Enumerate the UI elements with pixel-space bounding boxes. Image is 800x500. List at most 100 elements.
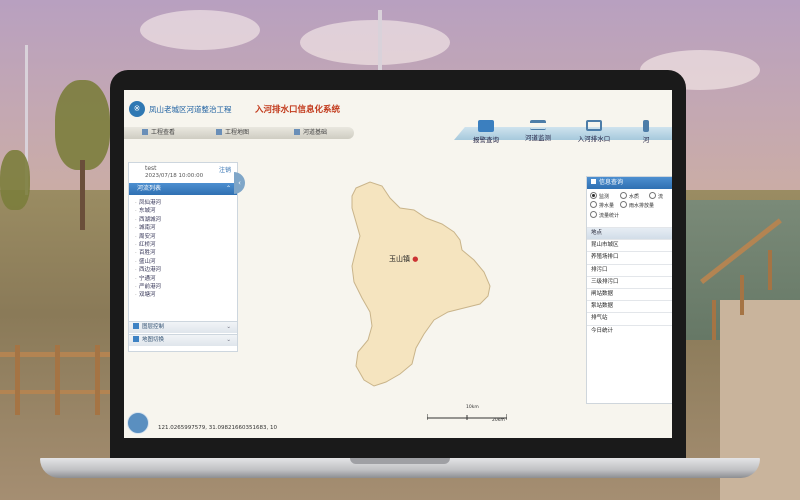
river-list-item[interactable]: · 东城河 [135, 207, 233, 215]
username: test [145, 165, 157, 172]
river-list-item[interactable]: · 百胜河 [135, 249, 233, 257]
info-table-row[interactable]: 今日统计 [587, 324, 672, 337]
fence-post [712, 300, 716, 340]
river-name: 红桥河 [139, 241, 156, 248]
left-panel: test 2023/07/18 10:00:00 注销 河流列表 ⌃ · 凤仙港河… [128, 162, 238, 352]
river-name: 周安河 [139, 233, 156, 240]
nav-label: 河 [642, 136, 650, 144]
info-table-row[interactable]: 三级排污口 [587, 275, 672, 288]
river-name: 双塘河 [139, 292, 156, 299]
filter-radio[interactable]: 流量统计 [590, 211, 619, 219]
nav-river[interactable]: 河 [626, 120, 666, 144]
filter-radio[interactable]: 水质 [620, 192, 639, 200]
map-switch-icon [133, 336, 139, 342]
laptop-screen: ※ 凤山老城区河道整治工程 入河排水口信息化系统 工程查看 工程地图 河道基础 … [124, 90, 672, 438]
radio-circle-icon [590, 201, 597, 208]
project-title: 凤山老城区河道整治工程 [149, 105, 232, 114]
radio-label: 排水量 [599, 203, 615, 209]
radio-label: 监测 [599, 194, 610, 200]
river-name: 凤仙港河 [139, 200, 162, 206]
fence-post [55, 345, 60, 415]
river-list-item[interactable]: · 周安河 [135, 233, 233, 241]
river-name: 西湖城河 [139, 216, 162, 223]
toolbar-label: 工程地图 [225, 129, 250, 136]
river-list-item[interactable]: · 城南河 [135, 224, 233, 232]
chevron-down-icon: ⌄ [226, 337, 231, 343]
radio-circle-icon [620, 192, 627, 199]
nav-outlet[interactable]: 入河排水口 [562, 120, 626, 143]
cloud [300, 20, 450, 65]
filter-radio[interactable]: 雨水排放量 [620, 201, 654, 209]
logout-link[interactable]: 注销 [219, 165, 231, 174]
filter-radio[interactable]: 流 [649, 192, 663, 200]
tree-trunk [80, 160, 85, 230]
nav-label: 河道监测 [525, 134, 551, 142]
river-list-item[interactable]: · 宁通河 [135, 275, 233, 283]
radio-circle-icon [620, 201, 627, 208]
filter-radio[interactable]: 监测 [590, 192, 609, 200]
main-nav: 报警查询 河道监测 入河排水口 河 [454, 120, 672, 144]
info-rows: 地点 昆山市城区 养殖场排口 排污口 三级排污口 闸站数据 泵站数据 排气站 今日统计 [587, 227, 672, 337]
radio-circle-icon [649, 192, 656, 199]
radio-label: 雨水排放量 [629, 203, 655, 209]
location-dot-icon: ● [412, 255, 419, 263]
info-icon [591, 179, 596, 184]
river-icon [643, 120, 649, 132]
layers-icon [133, 323, 139, 329]
river-list-item[interactable]: · 西边港河 [135, 266, 233, 274]
river-icon [294, 129, 300, 135]
user-info: test 2023/07/18 10:00:00 注销 [129, 163, 237, 183]
radio-circle-icon [590, 192, 597, 199]
info-table-row[interactable]: 排污口 [587, 263, 672, 276]
info-table-row[interactable]: 排气站 [587, 312, 672, 324]
system-title: 入河排水口信息化系统 [255, 105, 341, 115]
info-table-row[interactable]: 闸站数据 [587, 287, 672, 300]
tree [0, 150, 30, 210]
toolbar-label: 河道基础 [303, 129, 328, 136]
compass-icon[interactable] [127, 412, 149, 434]
scale-label: 10km [466, 405, 479, 410]
toolbar-button-map[interactable]: 工程地图 [216, 128, 249, 138]
logo-icon: ※ [129, 101, 145, 117]
project-icon [142, 129, 148, 135]
nav-river-monitor[interactable]: 河道监测 [506, 120, 570, 142]
river-list-title: 河流列表 [137, 185, 162, 192]
coordinate-readout: 121.0265997579, 31.09821660351683, 10 [158, 425, 277, 431]
river-name: 西边港河 [139, 267, 162, 274]
fence-post [768, 250, 772, 290]
fence-post [740, 275, 744, 315]
filter-radios: 监测 水质 流排水量 雨水排放量流量统计 [587, 189, 672, 227]
river-list-item[interactable]: · 凤仙港河 [135, 199, 233, 207]
river-list-item[interactable]: · 红桥河 [135, 241, 233, 249]
info-table-row[interactable]: 昆山市城区 [587, 239, 672, 251]
cloud [140, 10, 260, 50]
toolbar-button-project[interactable]: 工程查看 [142, 128, 175, 138]
radio-circle-icon [590, 211, 597, 218]
scale-label: 20km [492, 418, 505, 423]
info-table-header: 地点 [587, 227, 672, 240]
river-name: 百胜河 [139, 250, 156, 257]
info-panel-title: 信息查询 [599, 179, 624, 186]
bridge-icon [530, 120, 546, 130]
river-name: 严前港河 [139, 283, 162, 290]
section-label: 地图切换 [142, 337, 165, 343]
map-switch-section[interactable]: 地图切换 ⌄ [129, 334, 237, 346]
river-list-item[interactable]: · 西湖城河 [135, 216, 233, 224]
info-table-row[interactable]: 养殖场排口 [587, 251, 672, 263]
toolbar-button-river[interactable]: 河道基础 [294, 128, 327, 138]
fence-post [15, 345, 20, 415]
river-name: 宁通河 [139, 275, 156, 282]
river-list-item[interactable]: · 双塘河 [135, 291, 233, 299]
chevron-down-icon: ⌄ [226, 324, 231, 330]
town-label[interactable]: 玉山镇 ● [389, 254, 418, 264]
map-toolbar: 工程查看 工程地图 河道基础 [124, 127, 354, 139]
map-region-yushan[interactable] [351, 181, 491, 387]
filter-radio[interactable]: 排水量 [590, 201, 614, 209]
river-list-item[interactable]: · 严前港河 [135, 283, 233, 291]
info-table-row[interactable]: 泵站数据 [587, 300, 672, 312]
town-name: 玉山镇 [389, 255, 410, 263]
laptop-notch [350, 458, 450, 464]
river-list-item[interactable]: · 盛山河 [135, 258, 233, 266]
river-list-header[interactable]: 河流列表 ⌃ [129, 183, 237, 195]
layer-control-section[interactable]: 图层控制 ⌄ [129, 321, 237, 333]
